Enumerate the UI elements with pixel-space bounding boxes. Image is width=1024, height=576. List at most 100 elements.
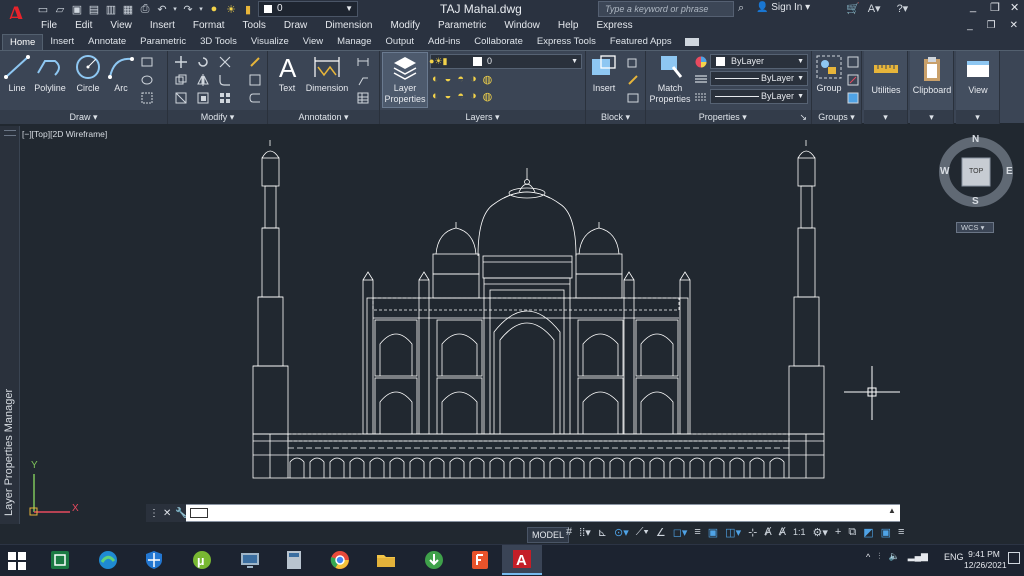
stretch-icon[interactable] [174,91,188,105]
create-block-icon[interactable] [626,55,640,69]
block-panel-title[interactable]: Block ▾ [586,110,645,124]
layer-unlock-icon[interactable]: ◓ [457,90,464,103]
annotation-add-icon[interactable]: + [835,526,841,539]
grid-icon[interactable]: # [566,526,572,539]
table-icon[interactable] [356,91,370,105]
text-button[interactable]: A Text [274,53,300,94]
group-select-icon[interactable] [846,91,860,105]
layer-bulb-icon[interactable]: ● [207,2,221,16]
menu-draw[interactable]: Draw [275,19,316,34]
ungroup-icon[interactable] [846,55,860,69]
menu-file[interactable]: File [32,19,66,34]
workspace-gear-icon[interactable]: ⚙▾ [813,526,828,539]
utilities-button[interactable]: Utilities [866,55,906,96]
volume-icon[interactable]: 🔈 [889,551,900,562]
line-button[interactable]: Line [4,53,30,94]
save-as-icon[interactable]: ▤ [87,2,101,16]
layer-thaw-icon[interactable]: ◒ [445,90,452,103]
viewcube[interactable]: N S W E TOP [934,130,1024,210]
trim-icon[interactable] [218,55,232,69]
taskbar-edge-icon[interactable] [88,545,128,575]
color-wheel-icon[interactable] [694,55,708,69]
view-button[interactable]: View [958,55,998,96]
rotate-icon[interactable] [196,55,210,69]
command-input[interactable] [186,505,900,521]
group-button[interactable]: Group [814,53,844,94]
minimize-button[interactable]: _ [970,1,976,13]
insert-block-button[interactable]: Insert [588,53,620,94]
taskbar-file-explorer-icon[interactable] [366,545,406,575]
tab-insert[interactable]: Insert [43,34,81,50]
viewcube-north[interactable]: N [972,134,979,145]
arc-button[interactable]: Arc [106,53,136,94]
undo-icon[interactable]: ↶ [155,2,169,16]
match-properties-button[interactable]: Match Properties [648,53,692,105]
viewport-controls[interactable]: [−][Top][2D Wireframe] [22,129,107,139]
clipboard-panel-expander[interactable]: ▾ [910,110,953,124]
polar-icon[interactable]: ⊙▾ [614,526,629,539]
hardware-acceleration-icon[interactable]: ◩ [863,526,873,539]
close-button[interactable]: ✕ [1010,1,1019,14]
object-snap-tracking-icon[interactable]: ∠ [656,526,666,539]
lineweight-icon[interactable] [694,72,708,86]
tab-visualize[interactable]: Visualize [244,34,296,50]
annotation-panel-title[interactable]: Annotation ▾ [268,110,379,124]
taskbar-foxit-icon[interactable] [460,545,500,575]
save-web-icon[interactable]: ▦ [121,2,135,16]
redo-dropdown-icon[interactable]: ▾ [198,2,204,16]
offset-icon[interactable] [248,91,262,105]
restore-button[interactable]: ❐ [990,1,1000,14]
fillet-icon[interactable] [218,73,232,87]
layer-unisolate-icon[interactable]: ◐ [432,90,439,103]
clipboard-button[interactable]: Clipboard [912,55,952,96]
clean-screen-icon[interactable]: ▣ [881,526,891,539]
lineweight-dropdown[interactable]: ByLayer ▼ [710,71,808,86]
tab-featured-apps[interactable]: Featured Apps [603,34,679,50]
linear-dim-icon[interactable] [356,55,370,69]
viewcube-south[interactable]: S [972,196,979,207]
isolate-objects-icon[interactable]: ⧉ [848,526,856,539]
menu-view[interactable]: View [101,19,141,34]
autodesk-app-store-icon[interactable]: 🛒 [846,2,860,15]
erase-icon[interactable] [248,55,262,69]
search-icon[interactable]: ⌕ [738,2,744,15]
tab-manage[interactable]: Manage [330,34,378,50]
layer-sun-icon[interactable]: ☀ [224,2,238,16]
command-grip-icon[interactable]: ⋮ [149,508,159,519]
drawing-minimize-button[interactable]: _ [967,20,973,31]
menu-format[interactable]: Format [184,19,234,34]
plot-icon[interactable]: ⎙ [138,2,152,16]
taskbar-chrome-icon[interactable] [320,545,360,575]
taskbar-clock[interactable]: 9:41 PM 12/26/2021 [964,549,1007,571]
auto-scale-icon[interactable]: Ⱥ [779,526,786,539]
tab-home[interactable]: Home [2,34,44,50]
scale-icon[interactable] [196,91,210,105]
linetype-dropdown[interactable]: ByLayer ▼ [710,89,808,104]
notification-center-icon[interactable] [1008,552,1020,564]
selection-cycling-icon[interactable]: ▣ [708,526,718,539]
taskbar-autocad-icon[interactable]: A [502,545,542,575]
tab-view[interactable]: View [296,34,330,50]
viewcube-east[interactable]: E [1006,166,1013,177]
menu-parametric[interactable]: Parametric [429,19,495,34]
transparency-icon[interactable]: ◫▾ [725,526,741,539]
help-icon[interactable]: ?▾ [897,2,909,15]
command-prompt-icon[interactable] [190,508,208,518]
annotation-scale[interactable]: 1:1 [793,527,806,539]
annotation-visibility-icon[interactable]: Ⱥ [764,526,771,539]
open-web-icon[interactable]: ▥ [104,2,118,16]
layer-dropdown[interactable]: ●☀▮ 0 ▼ [429,54,582,69]
tab-add-ins[interactable]: Add-ins [421,34,467,50]
array-icon[interactable] [218,91,232,105]
taskbar-calculator-icon[interactable] [274,545,314,575]
object-snap-icon[interactable]: ◻▾ [673,526,688,539]
circle-button[interactable]: Circle [72,53,104,94]
autodesk-a360-icon[interactable]: A▾ [868,2,881,15]
move-icon[interactable] [174,55,188,69]
taskbar-remote-desktop-icon[interactable] [230,545,270,575]
customize-statusbar-icon[interactable]: ≡ [898,526,904,539]
drawing-canvas[interactable] [20,126,1024,524]
taskbar-idm-icon[interactable] [414,545,454,575]
taskbar-utorrent-icon[interactable]: µ [182,545,222,575]
isodraft-icon[interactable]: ⟋▾ [636,526,649,539]
